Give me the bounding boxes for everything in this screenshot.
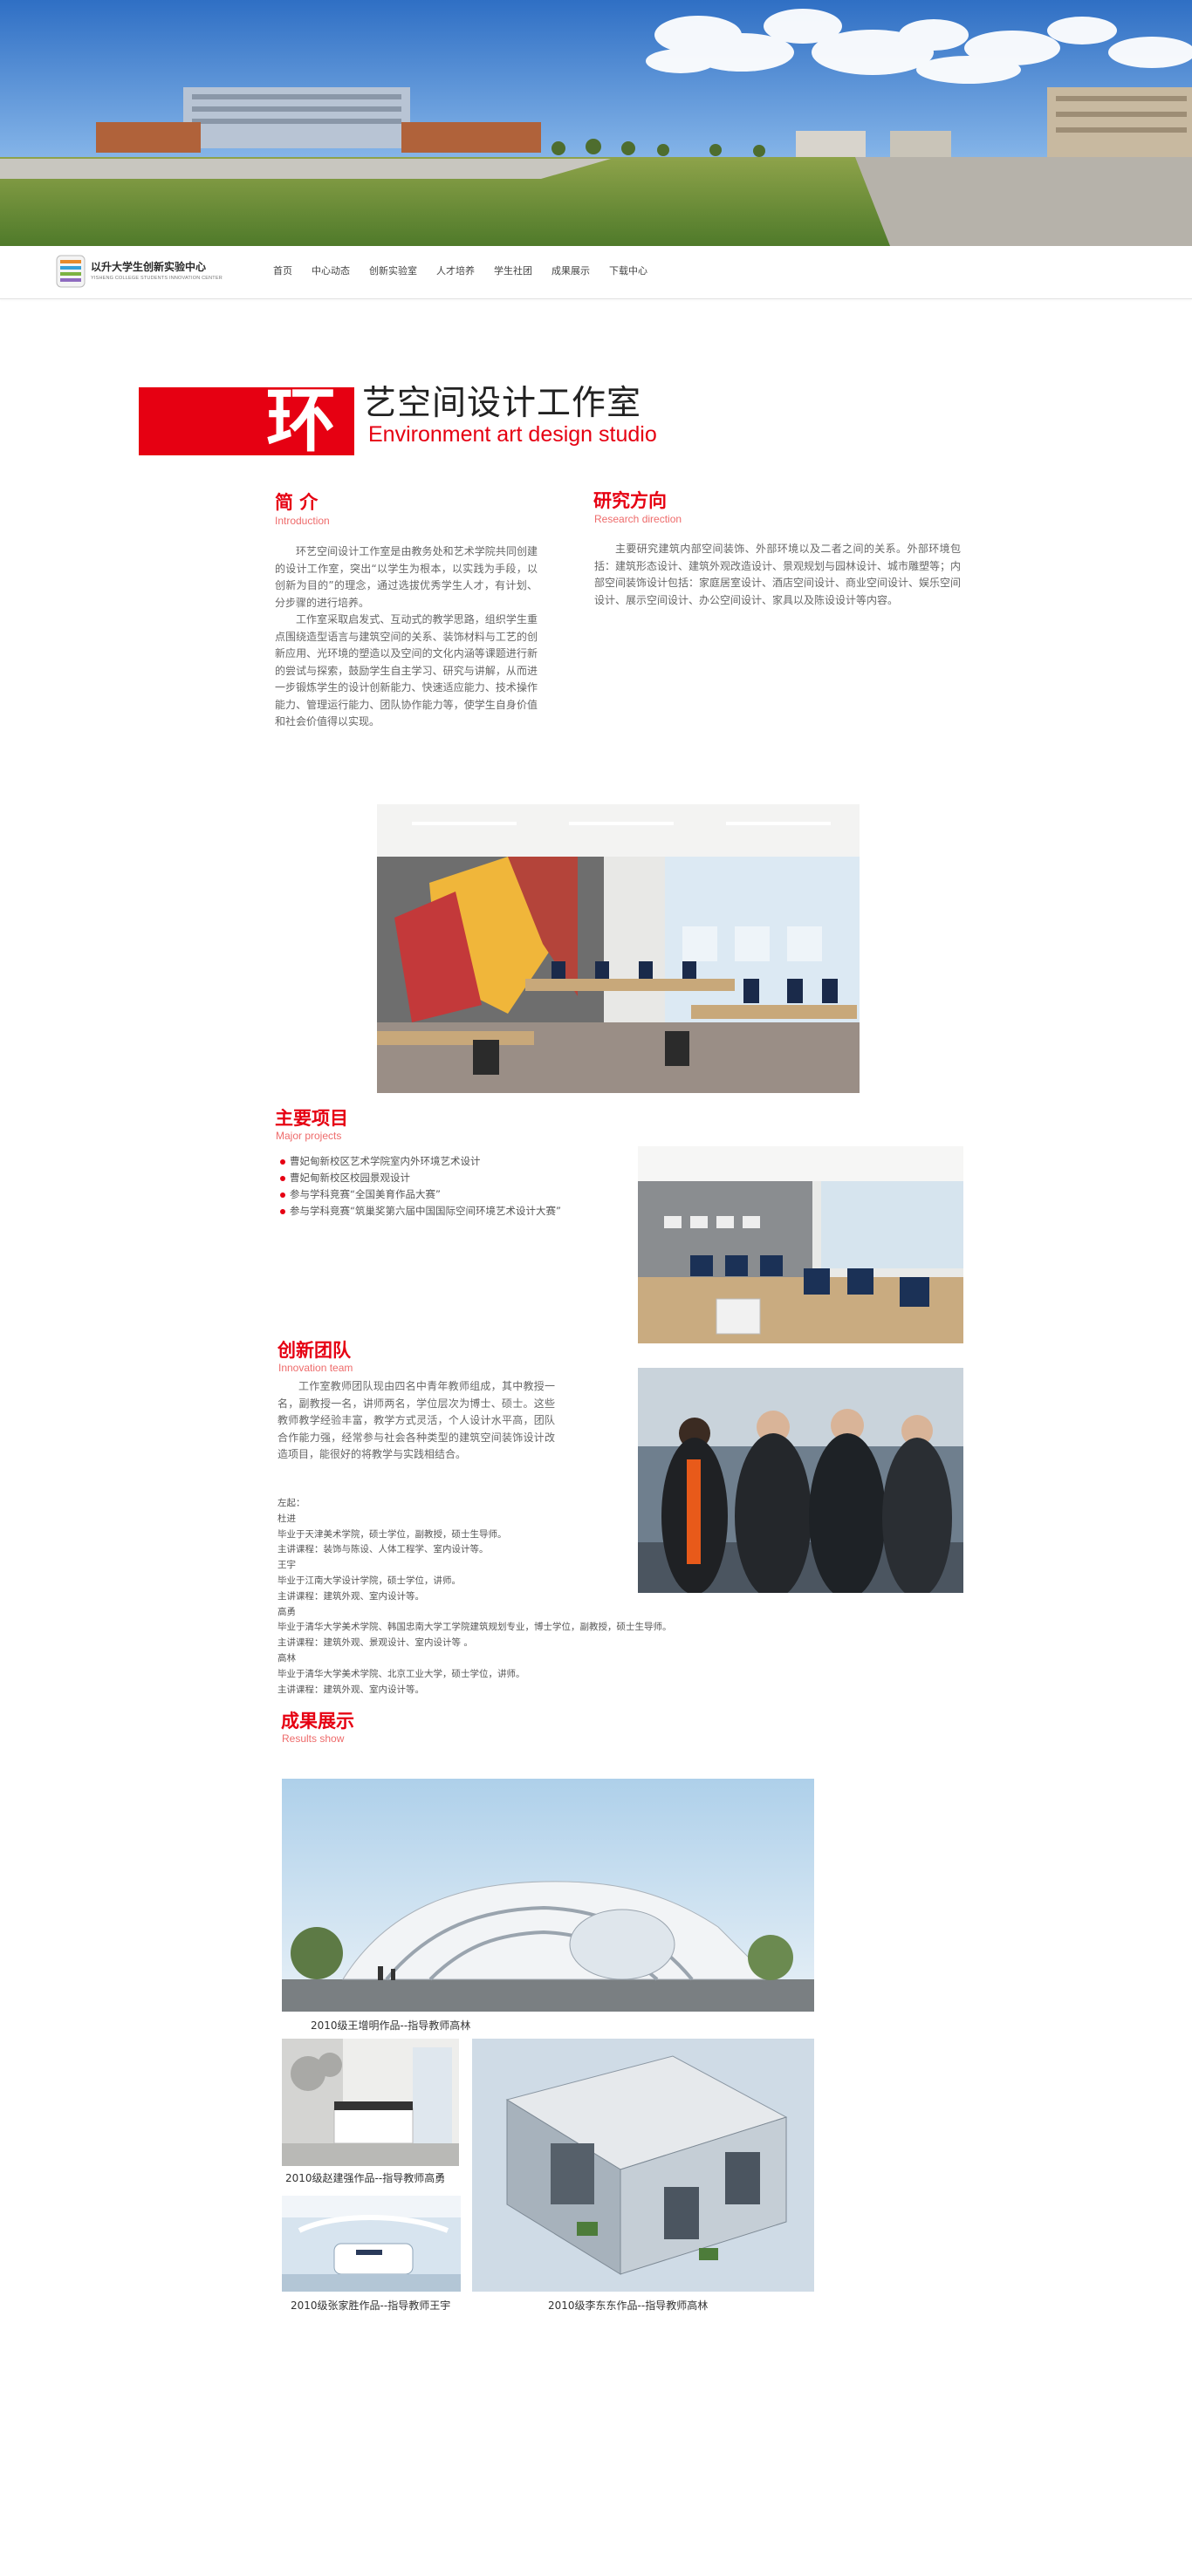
logo-icon xyxy=(56,255,86,288)
hero-campus-photo xyxy=(0,0,1192,246)
projects-subheading: Major projects xyxy=(276,1130,342,1142)
logo-name: 以升大学生创新实验中心 xyxy=(91,261,207,273)
work-caption: 2010级赵建强作品--指导教师高勇 xyxy=(285,2172,446,2184)
work-caption: 2010级王增明作品--指导教师高林 xyxy=(311,2019,471,2032)
work-reception-render xyxy=(282,2196,461,2292)
research-text: 主要研究建筑内部空间装饰、外部环境以及二者之间的关系。外部环境包括：建筑形态设计… xyxy=(594,541,961,609)
team-intro: 工作室教师团队现由四名中青年教师组成，其中教授一名，副教授一名，讲师两名，学位层… xyxy=(277,1378,555,1464)
member-line: 杜进 xyxy=(277,1513,296,1524)
projects-heading: 主要项目 xyxy=(275,1107,348,1129)
team-subheading: Innovation team xyxy=(278,1362,353,1374)
nav-center-news[interactable]: 中心动态 xyxy=(312,261,350,282)
member-line: 毕业于天津美术学院，硕士学位，副教授，硕士生导师。 xyxy=(277,1528,507,1540)
member-line: 主讲课程：建筑外观、室内设计等。 xyxy=(277,1684,424,1695)
member-line: 高林 xyxy=(277,1652,296,1664)
nav-home[interactable]: 首页 xyxy=(273,261,292,282)
nav-talent-training[interactable]: 人才培养 xyxy=(436,261,475,282)
work-caption: 2010级张家胜作品--指导教师王宇 xyxy=(291,2299,451,2312)
intro-subheading: Introduction xyxy=(275,515,330,527)
team-heading: 创新团队 xyxy=(277,1339,351,1361)
projects-list: 曹妃甸新校区艺术学院室内外环境艺术设计 曹妃甸新校区校园景观设计 参与学科竞赛“… xyxy=(275,1153,563,1220)
logo-subtitle: YISHENG COLLEGE STUDENTS INNOVATION CENT… xyxy=(91,276,223,281)
nav-results[interactable]: 成果展示 xyxy=(551,261,590,282)
member-line: 毕业于清华大学美术学院、韩国忠南大学工学院建筑规划专业，博士学位，副教授，硕士生… xyxy=(277,1622,672,1633)
member-line: 高勇 xyxy=(277,1606,296,1617)
work-bedroom-render xyxy=(282,2039,459,2166)
member-line: 主讲课程：建筑外观、景观设计、室内设计等 。 xyxy=(277,1637,473,1649)
main-nav: 首页 中心动态 创新实验室 人才培养 学生社团 成果展示 下载中心 xyxy=(273,261,647,282)
member-line: 王宇 xyxy=(277,1560,296,1571)
intro-heading: 简 介 xyxy=(275,491,319,513)
nav-innovation-lab[interactable]: 创新实验室 xyxy=(369,261,417,282)
member-line: 主讲课程：建筑外观、室内设计等。 xyxy=(277,1590,424,1602)
work-building-render xyxy=(472,2039,814,2292)
project-item: 参与学科竞赛“全国美育作品大赛” xyxy=(275,1186,563,1203)
project-item: 曹妃甸新校区艺术学院室内外环境艺术设计 xyxy=(275,1153,563,1170)
results-heading: 成果展示 xyxy=(281,1710,354,1732)
results-subheading: Results show xyxy=(282,1732,345,1745)
research-subheading: Research direction xyxy=(594,513,682,525)
research-paragraph: 主要研究建筑内部空间装饰、外部环境以及二者之间的关系。外部环境包括：建筑形态设计… xyxy=(594,543,962,606)
work-caption: 2010级李东东作品--指导教师高林 xyxy=(548,2299,709,2312)
project-item: 参与学科竞赛“筑巢奖第六届中国国际空间环境艺术设计大赛” xyxy=(275,1203,563,1220)
studio-office-photo xyxy=(377,804,860,1093)
studio-title-en: Environment art design studio xyxy=(368,422,657,447)
computer-lab-photo xyxy=(638,1146,963,1343)
work-stadium-render xyxy=(282,1779,814,2012)
team-intro-paragraph: 工作室教师团队现由四名中青年教师组成，其中教授一名，副教授一名，讲师两名，学位层… xyxy=(277,1380,555,1460)
site-logo[interactable]: 以升大学生创新实验中心 YISHENG COLLEGE STUDENTS INN… xyxy=(56,255,223,290)
member-line: 毕业于清华大学美术学院、北京工业大学，硕士学位，讲师。 xyxy=(277,1668,525,1679)
member-line: 毕业于江南大学设计学院，硕士学位，讲师。 xyxy=(277,1575,461,1586)
intro-text: 环艺空间设计工作室是由教务处和艺术学院共同创建的设计工作室，突出“以学生为根本，… xyxy=(275,543,538,731)
nav-student-clubs[interactable]: 学生社团 xyxy=(494,261,532,282)
intro-paragraph: 环艺空间设计工作室是由教务处和艺术学院共同创建的设计工作室，突出“以学生为根本，… xyxy=(275,545,538,609)
top-nav-bar: 以升大学生创新实验中心 YISHENG COLLEGE STUDENTS INN… xyxy=(0,246,1192,299)
team-members: 左起： 杜进 毕业于天津美术学院，硕士学位，副教授，硕士生导师。 主讲课程：装饰… xyxy=(277,1496,888,1698)
project-item: 曹妃甸新校区校园景观设计 xyxy=(275,1170,563,1186)
member-line: 左起： xyxy=(277,1498,305,1508)
research-heading: 研究方向 xyxy=(593,489,667,511)
nav-downloads[interactable]: 下载中心 xyxy=(609,261,647,282)
banner-char: 环 xyxy=(266,379,336,461)
member-line: 主讲课程：装饰与陈设、人体工程学、室内设计等。 xyxy=(277,1544,489,1555)
studio-title: 艺空间设计工作室 xyxy=(362,384,642,423)
intro-paragraph: 工作室采取启发式、互动式的教学思路，组织学生重点围绕造型语言与建筑空间的关系、装… xyxy=(275,613,538,728)
